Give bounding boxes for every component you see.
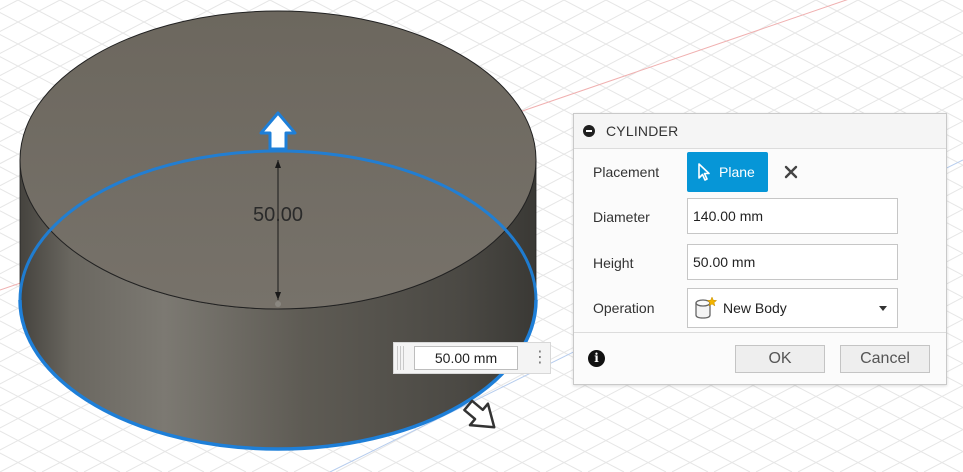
operation-value: New Body xyxy=(723,300,787,316)
cylinder-dialog: CYLINDER Placement Plane Diameter 140.00… xyxy=(573,113,947,385)
vertical-ellipsis-icon[interactable]: ⋮ xyxy=(532,347,548,369)
dialog-header: CYLINDER xyxy=(574,114,946,149)
height-input[interactable]: 50.00 mm xyxy=(687,244,898,280)
placement-label: Placement xyxy=(593,164,660,180)
height-label: Height xyxy=(593,255,634,271)
dimension-label[interactable]: 50.00 xyxy=(253,204,303,226)
plane-button-label: Plane xyxy=(719,164,755,180)
clear-selection-icon[interactable] xyxy=(780,161,802,183)
cancel-button[interactable]: Cancel xyxy=(840,345,930,373)
ok-button[interactable]: OK xyxy=(735,345,825,373)
new-body-icon xyxy=(695,296,718,319)
diameter-label: Diameter xyxy=(593,209,650,225)
base-center-point xyxy=(275,301,281,307)
info-icon[interactable]: i xyxy=(588,350,605,367)
height-float-value[interactable]: 50.00 mm xyxy=(414,346,518,370)
dialog-title: CYLINDER xyxy=(606,123,679,139)
diameter-input[interactable]: 140.00 mm xyxy=(687,198,898,234)
operation-select[interactable]: New Body xyxy=(687,288,898,328)
chevron-down-icon xyxy=(879,306,887,311)
plane-selection-button[interactable]: Plane xyxy=(687,152,768,192)
height-float-input[interactable]: 50.00 mm ⋮ xyxy=(393,342,551,374)
drag-grip-icon[interactable] xyxy=(397,346,405,370)
operation-label: Operation xyxy=(593,300,655,316)
collapse-icon[interactable] xyxy=(583,125,595,137)
dialog-footer-divider xyxy=(574,332,946,333)
cursor-arrow-icon xyxy=(698,163,710,181)
